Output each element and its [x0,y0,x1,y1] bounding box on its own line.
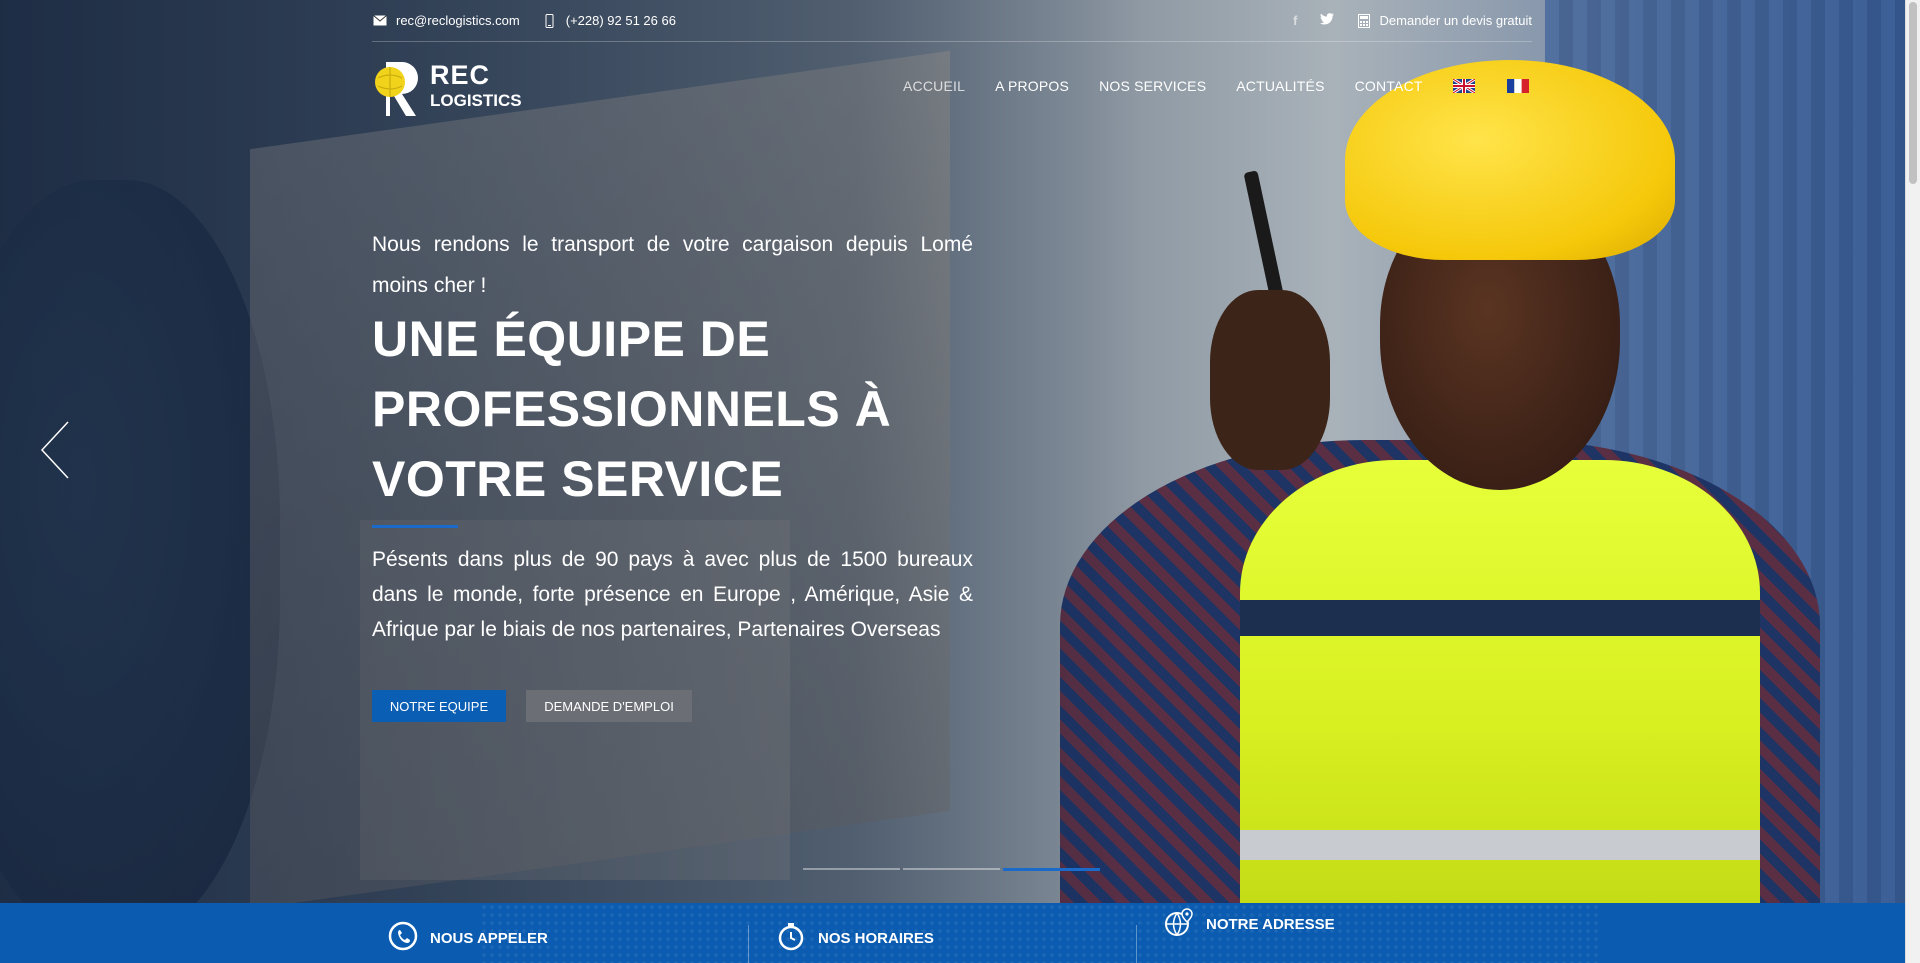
hours-label: NOS HORAIRES [818,929,934,947]
site-logo[interactable]: REC LOGISTICS [372,56,522,120]
address-item[interactable]: NOTRE ADRESSE [1164,907,1335,941]
nav-item-actualites[interactable]: ACTUALITÉS [1236,78,1324,94]
quote-link[interactable]: Demander un devis gratuit [1356,13,1532,28]
logo-text-rec: REC [430,60,491,90]
slider-pagination [803,868,1103,871]
mail-icon [372,15,388,27]
demande-emploi-button[interactable]: DEMANDE D'EMPLOI [526,690,692,722]
nav-item-accueil[interactable]: ACCUEIL [903,78,965,94]
slider-prev-arrow-icon[interactable] [40,420,70,480]
slider-dot-2[interactable] [903,868,1000,870]
mobile-phone-icon [542,13,558,28]
phone-contact[interactable]: (+228) 92 51 26 66 [542,13,676,28]
twitter-icon[interactable] [1319,13,1334,28]
call-us-label: NOUS APPELER [430,929,548,947]
hours-item[interactable]: NOS HORAIRES [776,921,934,955]
logo-mark-icon [372,58,424,118]
calculator-icon [1356,13,1372,28]
logo-text-logistics: LOGISTICS [430,91,522,110]
hero-headline: UNE ÉQUIPE DE PROFESSIONNELS À VOTRE SER… [372,311,892,507]
hero-description: Pésents dans plus de 90 pays à avec plus… [372,548,973,641]
phone-text: (+228) 92 51 26 66 [565,13,676,28]
slider-dot-1[interactable] [803,868,900,870]
info-band: NOUS APPELER NOS HORAIRES NOTRE ADRESSE [0,903,1905,963]
nav-item-nos-services[interactable]: NOS SERVICES [1099,78,1206,94]
facebook-icon[interactable]: f [1293,13,1297,28]
address-label: NOTRE ADRESSE [1206,915,1335,933]
main-nav: ACCUEIL A PROPOS NOS SERVICES ACTUALITÉS… [903,77,1561,95]
nav-item-a-propos[interactable]: A PROPOS [995,78,1069,94]
slider-dot-3[interactable] [1003,868,1100,871]
phone-icon [388,921,430,955]
globe-pin-icon [1164,907,1206,941]
notre-equipe-button[interactable]: NOTRE EQUIPE [372,690,506,722]
hero-tagline: Nous rendons le transport de votre carga… [372,233,973,297]
clock-icon [776,921,818,955]
scrollbar-thumb[interactable] [1909,2,1917,184]
top-bar: rec@reclogistics.com (+228) 92 51 26 66 … [372,0,1532,42]
nav-item-contact[interactable]: CONTACT [1355,78,1423,94]
french-flag-icon[interactable] [1506,79,1529,93]
call-us-item[interactable]: NOUS APPELER [388,921,548,955]
english-flag-icon[interactable] [1451,77,1476,95]
quote-label: Demander un devis gratuit [1379,13,1532,28]
page-scrollbar[interactable] [1905,0,1920,963]
headline-underline [372,525,458,528]
email-text: rec@reclogistics.com [396,13,520,28]
email-contact[interactable]: rec@reclogistics.com [372,13,520,28]
